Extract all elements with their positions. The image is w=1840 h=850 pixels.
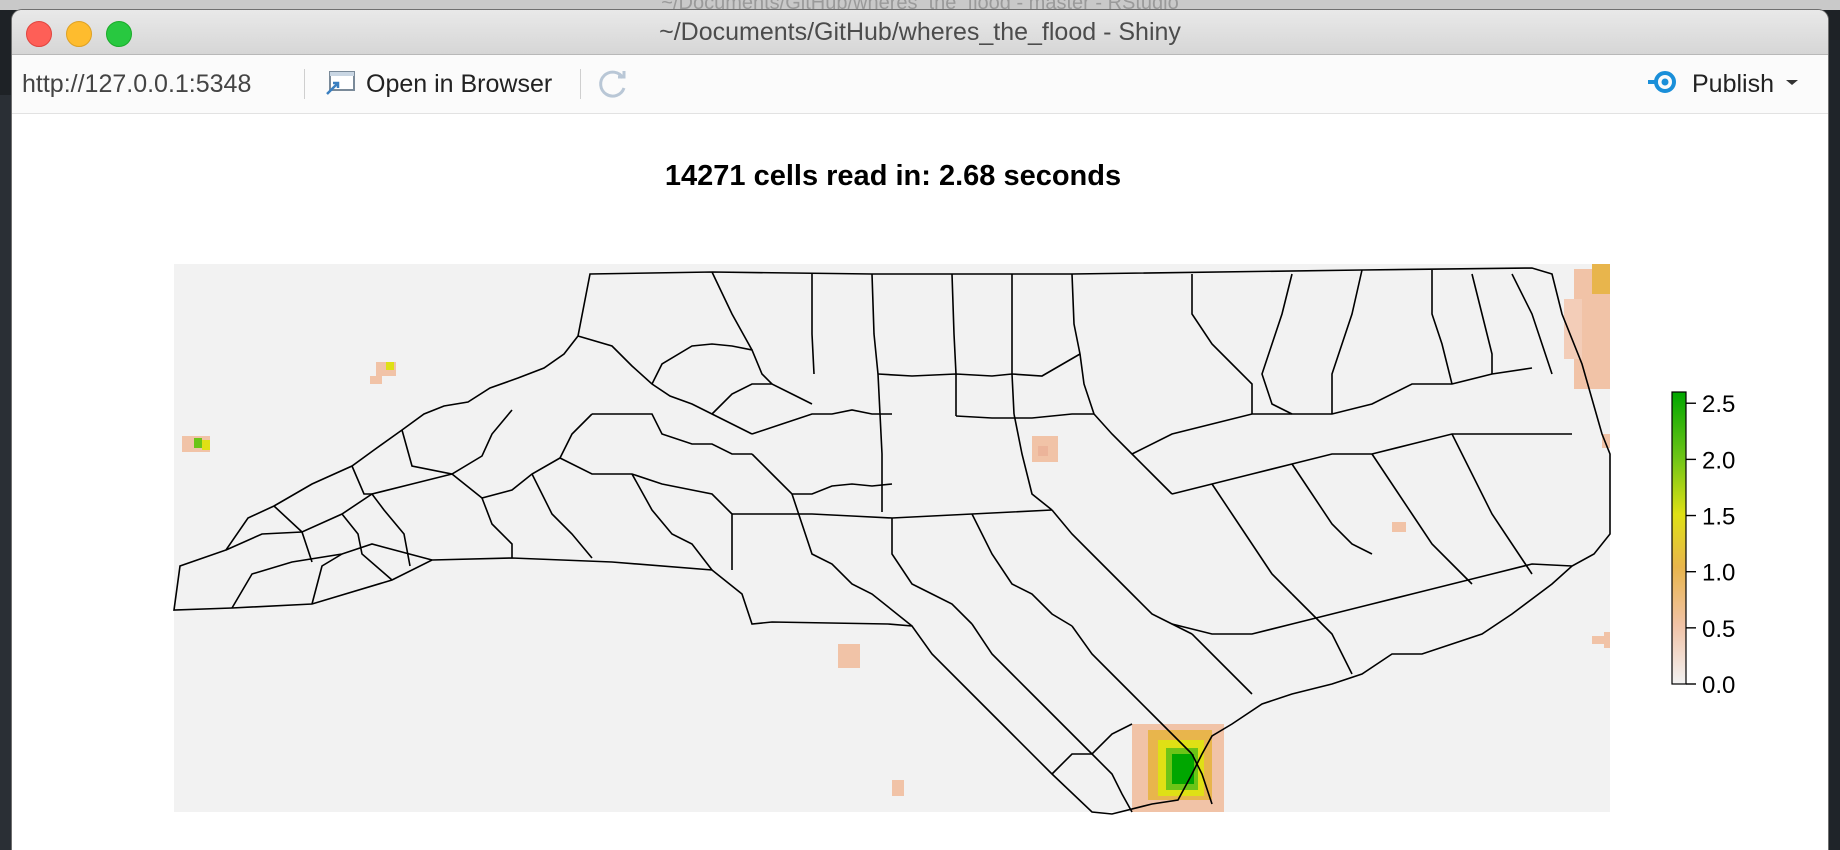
legend-tick-label: 0.0 xyxy=(1702,672,1735,699)
title-bar: ~/Documents/GitHub/wheres_the_flood - Sh… xyxy=(12,10,1828,55)
window-title: ~/Documents/GitHub/wheres_the_flood - Sh… xyxy=(659,18,1181,46)
background-window-title: ~/Documents/GitHub/wheres_the_flood - ma… xyxy=(0,0,1840,10)
open-in-browser-button[interactable]: Open in Browser xyxy=(324,63,552,105)
refresh-button[interactable] xyxy=(596,68,630,100)
open-in-browser-icon xyxy=(324,68,358,101)
legend-tick-label: 1.5 xyxy=(1702,504,1735,531)
shiny-viewer-window: ~/Documents/GitHub/wheres_the_flood - Sh… xyxy=(12,10,1828,850)
open-in-browser-label: Open in Browser xyxy=(366,69,553,98)
legend-tick-label: 2.0 xyxy=(1702,447,1735,474)
legend: 2.5 2.0 1.5 1.0 0.5 0.0 xyxy=(1671,391,1735,699)
toolbar-divider xyxy=(304,69,305,99)
toolbar-divider xyxy=(580,69,581,99)
shiny-app-content: 14271 cells read in: 2.68 seconds 2.5 2.… xyxy=(12,114,1828,850)
legend-tick-label: 0.5 xyxy=(1702,616,1735,643)
publish-icon xyxy=(1646,67,1684,102)
viewer-toolbar: http://127.0.0.1:5348 Open in Browser Pu… xyxy=(12,55,1828,114)
chevron-down-icon xyxy=(1782,75,1802,94)
refresh-icon xyxy=(599,70,626,98)
background-editor-right xyxy=(1828,40,1840,850)
publish-label: Publish xyxy=(1692,69,1774,98)
background-editor-gutter xyxy=(0,95,12,850)
legend-colorbar xyxy=(1671,391,1687,685)
app-url[interactable]: http://127.0.0.1:5348 xyxy=(22,55,251,113)
legend-tick-label: 1.0 xyxy=(1702,560,1735,587)
flood-raster-plot: 2.5 2.0 1.5 1.0 0.5 0.0 xyxy=(173,264,1735,815)
publish-button[interactable]: Publish xyxy=(1646,63,1802,105)
legend-tick-label: 2.5 xyxy=(1702,391,1735,418)
